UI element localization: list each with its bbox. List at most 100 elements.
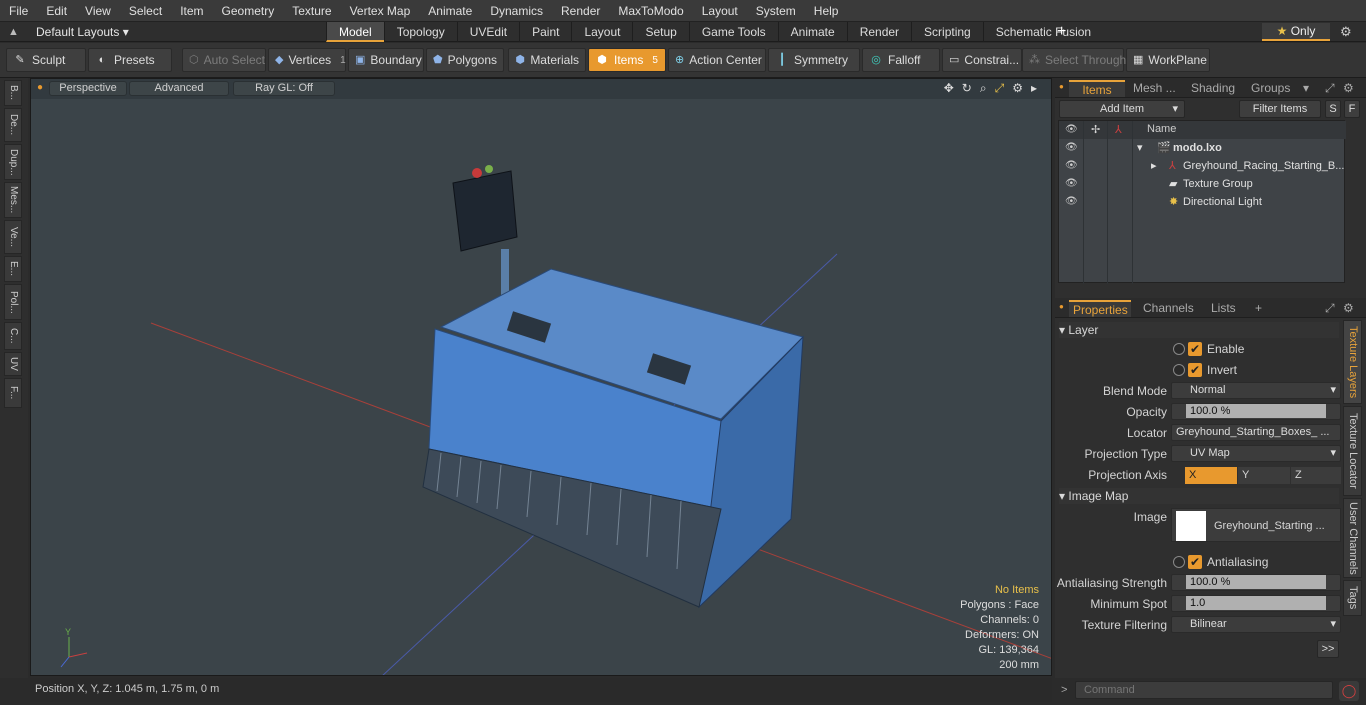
polygons-button[interactable]: ⬟ Polygons [426,48,504,72]
enable-checkbox[interactable]: ✔ [1188,342,1202,356]
menu-geometry[interactable]: Geometry [213,0,284,22]
vtab-tags[interactable]: Tags [1343,580,1362,616]
constraints-button[interactable]: ▭ Constrai... [942,48,1022,72]
add-properties-tab-icon[interactable]: + [1251,300,1263,317]
left-tab-3[interactable]: Dup... [4,144,22,180]
invert-checkbox[interactable]: ✔ [1188,363,1202,377]
vtab-texture-locator[interactable]: Texture Locator [1343,406,1362,496]
properties-gear-icon[interactable]: ⚙ [1339,300,1355,317]
image-map-section[interactable]: ▾ Image Map [1059,488,1339,504]
tab-setup[interactable]: Setup [632,22,688,42]
sculpt-button[interactable]: ✎ Sculpt [6,48,86,72]
default-layouts-dropdown[interactable]: Default Layouts ▾ [36,22,129,42]
menu-item[interactable]: Item [171,0,212,22]
s-button[interactable]: S [1325,100,1341,118]
items-button[interactable]: ⬢ Items 5 [588,48,666,72]
layout-home-icon[interactable]: ▲ [8,25,22,39]
left-tab-4[interactable]: Mes... [4,182,22,218]
maximize-view-icon[interactable]: ⤢ [995,81,1005,96]
materials-button[interactable]: ⬢ Materials [508,48,586,72]
left-tab-10[interactable]: F... [4,378,22,408]
menu-file[interactable]: File [0,0,37,22]
tab-mesh[interactable]: Mesh ... [1129,80,1181,97]
menu-texture[interactable]: Texture [283,0,340,22]
tab-shading[interactable]: Shading [1187,80,1241,97]
items-panel-gear-icon[interactable]: ⚙ [1339,80,1355,97]
axis-y-button[interactable]: Y [1238,467,1290,484]
expand-properties-icon[interactable]: ⤢ [1321,300,1335,317]
left-tab-5[interactable]: Ve... [4,220,22,254]
left-tab-1[interactable]: B... [4,80,22,106]
item-row-light[interactable]: 👁 ✸ Directional Light [1059,193,1346,211]
add-tab-icon[interactable]: + [1057,22,1066,42]
axis-z-button[interactable]: Z [1291,467,1341,484]
name-column-header[interactable]: Name [1147,123,1176,135]
tex-filter-select[interactable]: Bilinear ▾ [1171,616,1341,633]
tab-scripting[interactable]: Scripting [911,22,983,42]
properties-menu-icon[interactable]: ● [1059,302,1064,311]
vtab-texture-layers[interactable]: Texture Layers [1343,320,1362,404]
tab-properties[interactable]: Properties [1069,300,1131,317]
aa-anim-dot[interactable] [1173,556,1185,568]
item-row-texture-group[interactable]: 👁 ▰ Texture Group [1059,175,1346,193]
tabs-dropdown-icon[interactable]: ▾ [1299,80,1311,97]
action-center-button[interactable]: ⊕ Action Center [668,48,766,72]
tab-render[interactable]: Render [846,22,911,42]
vertices-button[interactable]: ◆ Vertices 1 [268,48,346,72]
tab-schematic-fusion[interactable]: Schematic Fusion [982,22,1103,42]
left-tab-7[interactable]: Pol... [4,284,22,320]
vtab-user-channels[interactable]: User Channels [1343,498,1362,578]
left-tab-8[interactable]: C... [4,322,22,350]
layer-section[interactable]: ▾ Layer [1059,322,1339,338]
viewport-arrow-icon[interactable]: ▸ [1031,81,1037,96]
invert-anim-dot[interactable] [1173,364,1185,376]
menu-layout[interactable]: Layout [693,0,747,22]
menu-system[interactable]: System [747,0,805,22]
menu-animate[interactable]: Animate [419,0,481,22]
enable-anim-dot[interactable] [1173,343,1185,355]
filter-items-button[interactable]: Filter Items [1239,100,1321,118]
raygl-button[interactable]: Ray GL: Off [233,81,335,96]
move-view-icon[interactable]: ✥ [944,81,954,96]
antialiasing-checkbox[interactable]: ✔ [1188,555,1202,569]
visibility-eye-icon[interactable]: 👁 [1065,196,1078,208]
menu-render[interactable]: Render [552,0,609,22]
3d-viewport[interactable]: Y ● Perspective Advanced Ray GL: Off ✥ ↻… [30,78,1052,676]
auto-select-button[interactable]: ⬡ Auto Select [182,48,266,72]
opacity-field[interactable]: 100.0 % [1171,403,1341,420]
command-input[interactable] [1075,681,1333,699]
menu-view[interactable]: View [76,0,120,22]
menu-vertex-map[interactable]: Vertex Map [341,0,420,22]
only-toggle[interactable]: ★ Only [1262,23,1330,41]
workplane-button[interactable]: ▦ WorkPlane [1126,48,1210,72]
rotate-view-icon[interactable]: ↻ [962,81,972,96]
menu-maxtomodo[interactable]: MaxToModo [609,0,692,22]
axis-x-button[interactable]: X [1185,467,1237,484]
collapse-arrow-icon[interactable]: ▾ [1137,139,1143,157]
tab-paint[interactable]: Paint [519,22,571,42]
menu-dynamics[interactable]: Dynamics [481,0,552,22]
expand-arrow-icon[interactable]: ▸ [1151,157,1157,175]
menu-select[interactable]: Select [120,0,171,22]
menu-help[interactable]: Help [805,0,848,22]
image-select[interactable]: Greyhound_Starting ... [1171,508,1341,542]
f-button[interactable]: F [1344,100,1360,118]
blend-mode-select[interactable]: Normal ▾ [1171,382,1341,399]
item-row-mesh[interactable]: 👁 ▸ ⅄ Greyhound_Racing_Starting_B... [1059,157,1346,175]
viewport-gear-icon[interactable]: ⚙ [1012,81,1023,96]
viewport-menu-icon[interactable]: ● [37,82,43,93]
tab-animate[interactable]: Animate [777,22,847,42]
expand-panel-icon[interactable]: ⤢ [1321,80,1335,97]
presets-button[interactable]: ◐ Presets [88,48,172,72]
tab-topology[interactable]: Topology [383,22,457,42]
zoom-view-icon[interactable]: ⌕ [980,81,987,96]
item-row-scene[interactable]: 👁 ▾ 🎬 modo.lxo [1059,139,1346,157]
symmetry-button[interactable]: ┃ Symmetry [768,48,860,72]
tab-game-tools[interactable]: Game Tools [688,22,778,42]
tab-groups[interactable]: Groups [1247,80,1295,97]
tab-lists[interactable]: Lists [1207,300,1243,317]
aa-strength-field[interactable]: 100.0 % [1171,574,1341,591]
tab-uvedit[interactable]: UVEdit [456,22,519,42]
locator-select[interactable]: Greyhound_Starting_Boxes_ ... [1171,424,1341,441]
gear-icon[interactable]: ⚙ [1340,24,1352,40]
